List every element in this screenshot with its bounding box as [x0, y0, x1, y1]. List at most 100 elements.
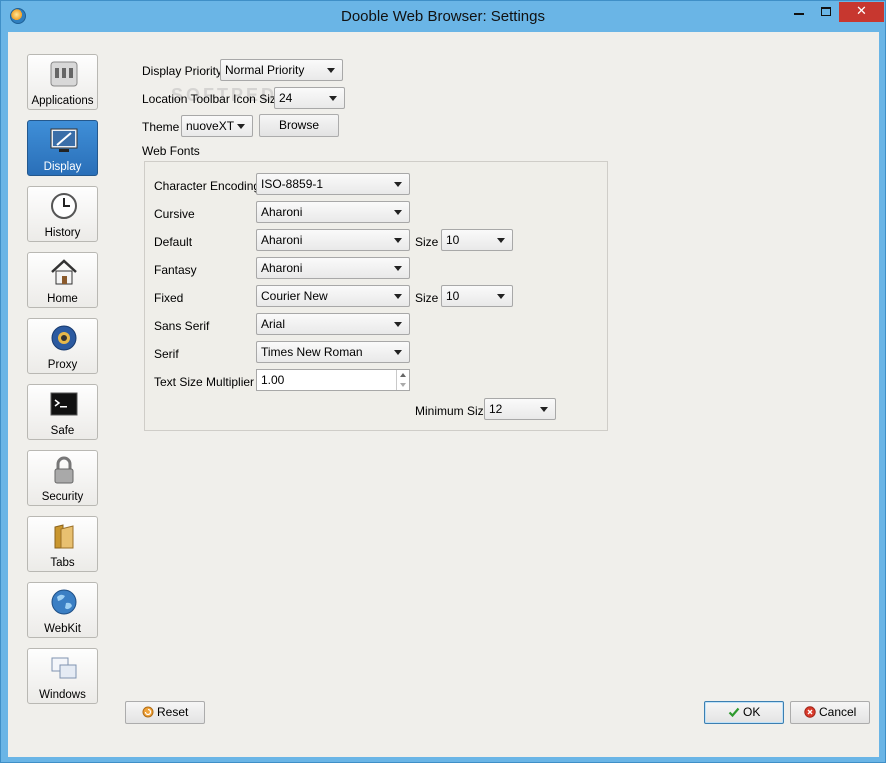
chevron-down-icon	[394, 266, 402, 271]
terminal-icon	[49, 389, 79, 419]
character-encoding-value: ISO-8859-1	[261, 177, 324, 191]
sidebar-item-webkit[interactable]: WebKit	[27, 582, 98, 638]
character-encoding-select[interactable]: ISO-8859-1	[256, 173, 410, 195]
cursive-font-value: Aharoni	[261, 205, 303, 219]
chevron-down-icon	[237, 124, 245, 129]
sidebar-item-windows[interactable]: Windows	[27, 648, 98, 704]
close-button[interactable]: ✕	[839, 2, 884, 22]
theme-select[interactable]: nuoveXT	[181, 115, 253, 137]
browse-button[interactable]: Browse	[259, 114, 339, 137]
cancel-icon	[803, 706, 816, 718]
display-priority-value: Normal Priority	[225, 63, 305, 77]
sans-serif-label: Sans Serif	[154, 319, 210, 333]
cancel-label: Cancel	[818, 705, 857, 719]
chevron-down-icon	[329, 96, 337, 101]
reset-icon	[142, 706, 154, 718]
sidebar-item-applications[interactable]: Applications	[27, 54, 98, 110]
applications-icon	[49, 59, 79, 89]
windows-icon	[49, 653, 79, 683]
sidebar-item-security[interactable]: Security	[27, 450, 98, 506]
icon-size-label: Location Toolbar Icon Size	[142, 92, 283, 106]
serif-label: Serif	[154, 347, 179, 361]
text-size-multiplier-spinbox[interactable]: 1.00	[256, 369, 410, 391]
sidebar-item-label: Windows	[39, 689, 86, 701]
minimize-button[interactable]	[786, 2, 813, 22]
settings-content: Applications Display History Home Proxy	[8, 32, 879, 757]
sidebar-item-display[interactable]: Display	[27, 120, 98, 176]
ok-label: OK	[743, 705, 761, 719]
sans-serif-font-select[interactable]: Arial	[256, 313, 410, 335]
default-label: Default	[154, 235, 193, 249]
chevron-down-icon	[497, 238, 505, 243]
minimum-size-select[interactable]: 12	[484, 398, 556, 420]
spin-up-icon[interactable]	[396, 370, 409, 380]
character-encoding-label: Character Encoding	[154, 179, 261, 193]
title-bar[interactable]: Dooble Web Browser: Settings ✕	[1, 1, 885, 32]
serif-font-value: Times New Roman	[261, 345, 363, 359]
chevron-down-icon	[394, 294, 402, 299]
default-size-value: 10	[446, 233, 460, 247]
chevron-down-icon	[540, 407, 548, 412]
fantasy-font-value: Aharoni	[261, 261, 303, 275]
default-font-value: Aharoni	[261, 233, 303, 247]
default-size-select[interactable]: 10	[441, 229, 513, 251]
browse-label: Browse	[278, 118, 319, 132]
globe-icon	[49, 587, 79, 617]
sidebar-item-tabs[interactable]: Tabs	[27, 516, 98, 572]
window-title: Dooble Web Browser: Settings	[341, 8, 545, 25]
folder-icon	[49, 521, 79, 551]
maximize-icon	[821, 7, 831, 16]
chevron-down-icon	[394, 238, 402, 243]
fixed-size-value: 10	[446, 289, 460, 303]
reset-label: Reset	[156, 705, 189, 719]
chevron-down-icon	[327, 68, 335, 73]
sidebar-item-home[interactable]: Home	[27, 252, 98, 308]
web-fonts-group: Character Encoding ISO-8859-1 Cursive Ah…	[144, 161, 608, 431]
text-size-multiplier-label: Text Size Multiplier	[154, 375, 255, 389]
fixed-font-select[interactable]: Courier New	[256, 285, 410, 307]
sidebar-item-label: WebKit	[44, 623, 81, 635]
cursive-font-select[interactable]: Aharoni	[256, 201, 410, 223]
spin-down-icon[interactable]	[396, 380, 409, 390]
house-icon	[49, 257, 79, 287]
sidebar-item-label: Safe	[50, 425, 75, 437]
chevron-down-icon	[394, 350, 402, 355]
sidebar-item-label: Display	[43, 161, 82, 173]
sidebar-item-safe[interactable]: Safe	[27, 384, 98, 440]
lock-icon	[49, 455, 79, 485]
fantasy-font-select[interactable]: Aharoni	[256, 257, 410, 279]
default-size-label: Size	[415, 235, 439, 249]
cursive-label: Cursive	[154, 207, 195, 221]
reset-button[interactable]: Reset	[125, 701, 205, 724]
display-icon	[49, 125, 79, 155]
minimum-size-label: Minimum Size	[415, 404, 491, 418]
default-font-select[interactable]: Aharoni	[256, 229, 410, 251]
fantasy-label: Fantasy	[154, 263, 197, 277]
fixed-font-value: Courier New	[261, 289, 328, 303]
icon-size-value: 24	[279, 91, 293, 105]
sidebar-item-label: Proxy	[47, 359, 78, 371]
ok-button[interactable]: OK	[704, 701, 784, 724]
sidebar-item-label: History	[44, 227, 81, 239]
sidebar-item-history[interactable]: History	[27, 186, 98, 242]
theme-label: Theme	[142, 120, 180, 134]
sidebar-item-label: Applications	[31, 95, 94, 107]
maximize-button[interactable]	[813, 2, 839, 22]
theme-value: nuoveXT	[186, 119, 235, 133]
display-priority-label: Display Priority	[142, 64, 223, 78]
serif-font-select[interactable]: Times New Roman	[256, 341, 410, 363]
sans-serif-font-value: Arial	[261, 317, 286, 331]
chevron-down-icon	[394, 322, 402, 327]
checkmark-icon	[728, 707, 739, 718]
web-fonts-heading: Web Fonts	[142, 144, 200, 158]
proxy-icon	[49, 323, 79, 353]
fixed-size-select[interactable]: 10	[441, 285, 513, 307]
chevron-down-icon	[394, 182, 402, 187]
cancel-button[interactable]: Cancel	[790, 701, 870, 724]
icon-size-select[interactable]: 24	[274, 87, 345, 109]
close-icon: ✕	[856, 3, 867, 18]
display-priority-select[interactable]: Normal Priority	[220, 59, 343, 81]
sidebar-item-proxy[interactable]: Proxy	[27, 318, 98, 374]
text-size-multiplier-value: 1.00	[261, 373, 285, 387]
fixed-size-label: Size	[415, 291, 439, 305]
